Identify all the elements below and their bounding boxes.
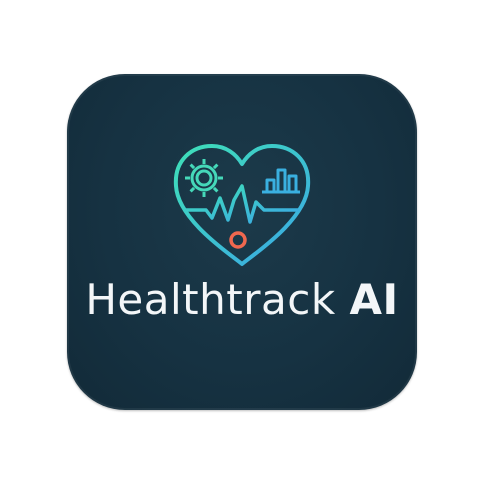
circle-dot-icon bbox=[229, 231, 247, 249]
brand-name-bold: AI bbox=[349, 275, 399, 324]
bar-chart-icon bbox=[262, 168, 300, 194]
gear-cog-icon bbox=[185, 159, 223, 197]
brand-name: Healthtrack AI bbox=[72, 274, 412, 326]
canvas: Healthtrack AI bbox=[0, 0, 500, 500]
brand-name-regular: Healthtrack bbox=[85, 275, 350, 324]
heart-outline-icon bbox=[173, 144, 311, 266]
